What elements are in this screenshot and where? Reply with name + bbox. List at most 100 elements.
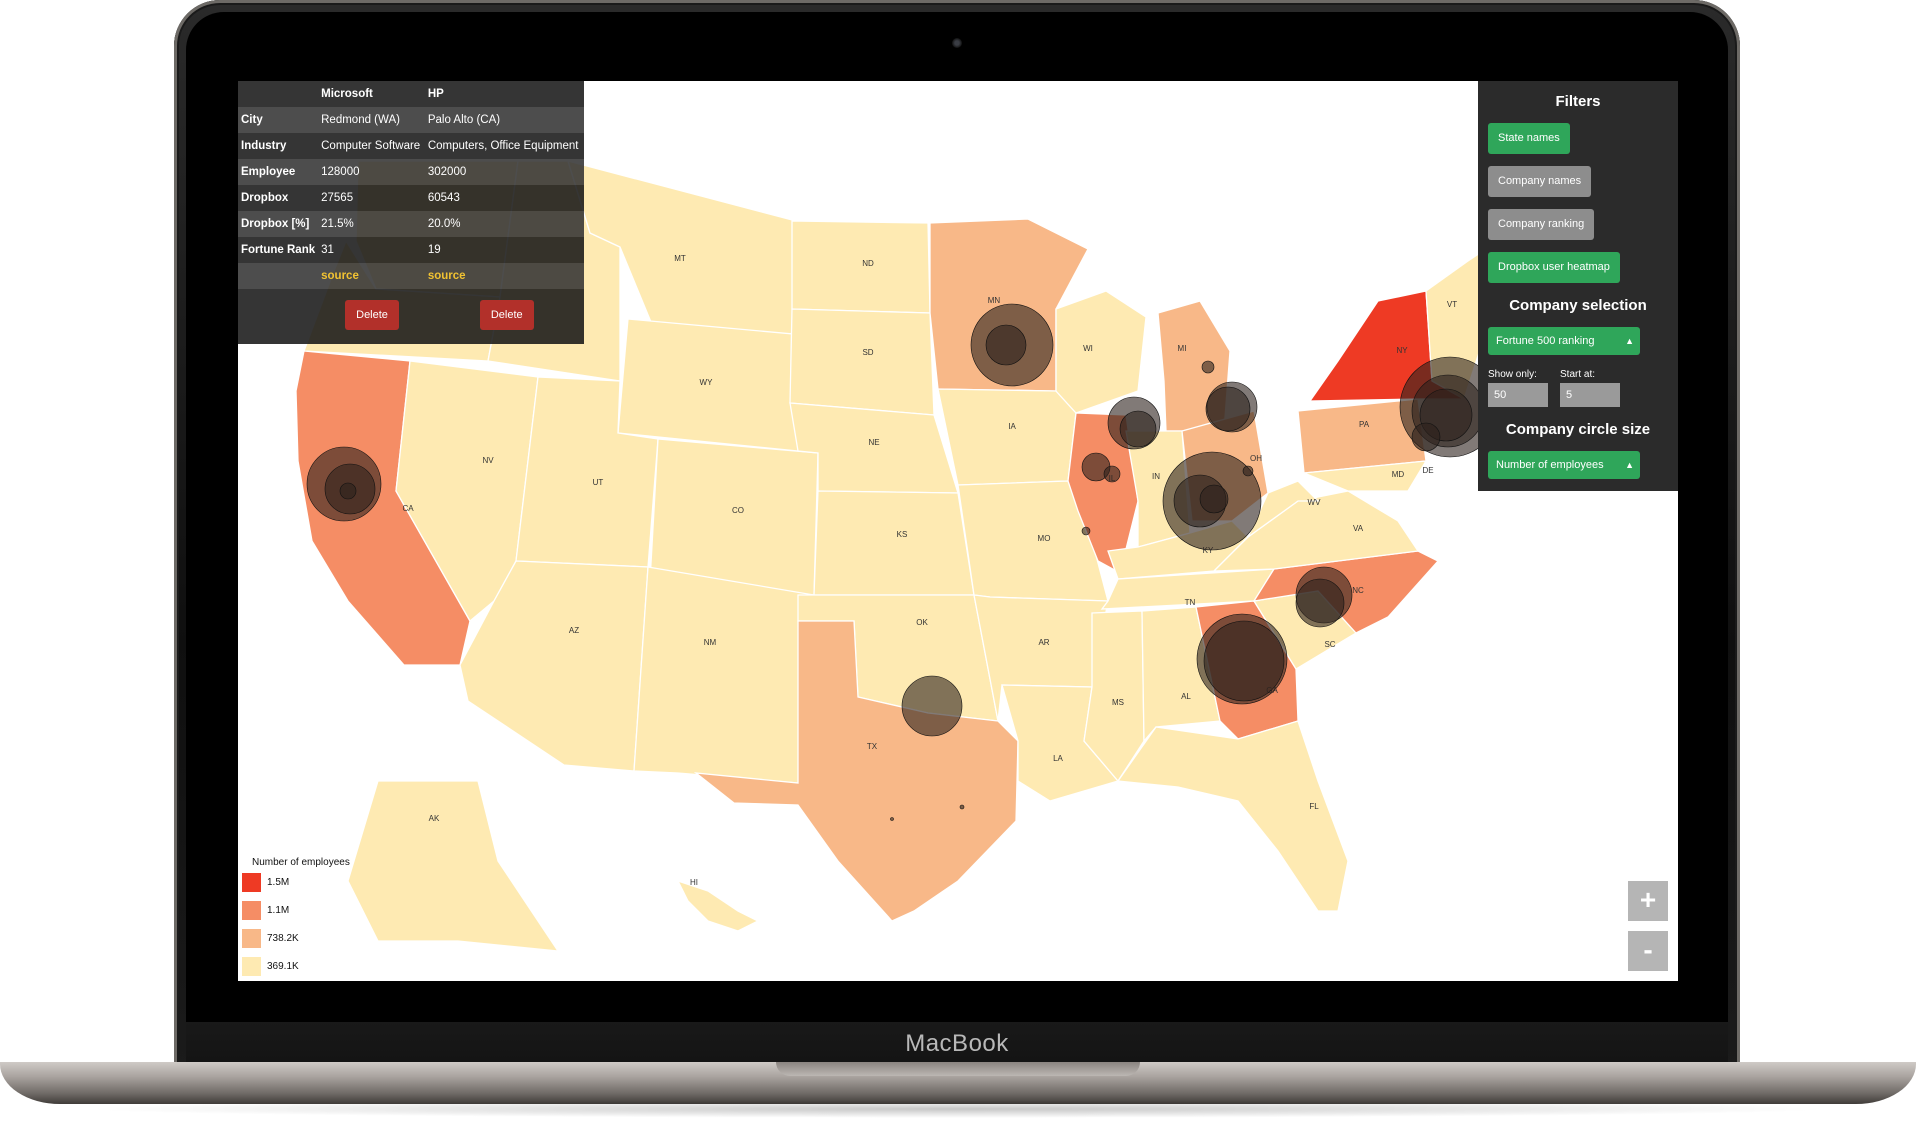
row-label-fortune-rank: Fortune Rank: [241, 244, 316, 256]
state-label: AR: [1038, 638, 1049, 647]
cell-industry: Computers, Office Equipment: [427, 140, 579, 152]
delete-row-spacer: [238, 289, 318, 341]
state-label: TX: [867, 742, 878, 751]
row-label-dropbox-pct: Dropbox [%]: [238, 211, 319, 237]
dropbox-heatmap-button[interactable]: Dropbox user heatmap: [1488, 252, 1620, 283]
company-names-button[interactable]: Company names: [1488, 166, 1592, 197]
delete-button[interactable]: Delete: [345, 300, 399, 330]
state-label: NY: [1396, 346, 1408, 355]
company-circle[interactable]: [1103, 465, 1121, 483]
state-wi[interactable]: [1055, 290, 1147, 414]
state-label: NE: [868, 438, 879, 447]
state-nd[interactable]: [791, 220, 931, 314]
state-label: SD: [862, 348, 873, 357]
state-label: WV: [1308, 498, 1322, 507]
column-header-company-1: Microsoft: [321, 88, 373, 100]
company-comparison-panel: Microsoft HP City Redmond (WA) Palo Alto…: [238, 81, 584, 344]
state-label: MI: [1178, 344, 1187, 353]
cell-employee: 302000: [424, 159, 584, 185]
select-arrow-icon: ▲: [1625, 336, 1634, 346]
state-label: OK: [916, 618, 928, 627]
company-circle[interactable]: [1201, 360, 1215, 374]
delete-button[interactable]: Delete: [479, 300, 534, 330]
state-label: OH: [1250, 454, 1262, 463]
company-circle[interactable]: [1081, 526, 1091, 536]
cell-fortune-rank: 31: [321, 244, 334, 256]
company-circle[interactable]: [890, 817, 894, 821]
legend-item: 1.5M: [242, 873, 350, 901]
state-fl[interactable]: [1116, 720, 1349, 912]
laptop-shadow: [80, 1100, 1836, 1118]
state-ia[interactable]: [937, 388, 1077, 486]
state-label: TN: [1185, 598, 1196, 607]
state-label: VT: [1447, 300, 1457, 309]
state-label: AL: [1181, 692, 1191, 701]
row-label-dropbox: Dropbox: [241, 192, 289, 204]
state-label: NC: [1352, 586, 1364, 595]
company-circle[interactable]: [1411, 422, 1441, 452]
source-link[interactable]: source: [321, 270, 359, 282]
legend-label: 1.5M: [267, 877, 290, 888]
company-circle[interactable]: [1203, 620, 1285, 702]
state-ks[interactable]: [813, 490, 975, 596]
state-label: HI: [690, 878, 698, 887]
zoom-in-button[interactable]: +: [1628, 881, 1668, 921]
state-label: ND: [862, 259, 874, 268]
legend-label: 1.1M: [267, 905, 290, 916]
state-label: IN: [1152, 472, 1160, 481]
state-label: MN: [988, 296, 1001, 305]
comparison-table: Microsoft HP City Redmond (WA) Palo Alto…: [238, 81, 584, 341]
zoom-out-button[interactable]: -: [1628, 931, 1668, 971]
state-label: NV: [482, 456, 494, 465]
legend-item: 1.1M: [242, 901, 350, 929]
circle-size-select[interactable]: Number of employees ▲: [1488, 451, 1640, 479]
state-label: MO: [1038, 534, 1051, 543]
start-at-label: Start at:: [1560, 369, 1596, 380]
legend-item: 369.1K: [242, 957, 350, 981]
state-label: WI: [1083, 344, 1093, 353]
state-label: WY: [700, 378, 714, 387]
company-selection-title: Company selection: [1509, 297, 1647, 314]
start-at-input[interactable]: 5: [1560, 383, 1620, 407]
camera-icon: [952, 38, 962, 48]
legend-swatch: [242, 929, 261, 948]
company-circle[interactable]: [1199, 484, 1229, 514]
company-circle[interactable]: [1295, 578, 1345, 628]
cell-employee: 128000: [318, 159, 425, 185]
state-label: NM: [704, 638, 717, 647]
state-names-button[interactable]: State names: [1488, 123, 1570, 154]
cell-dropbox: 27565: [321, 192, 354, 204]
app-screen: NY VT MT ND MN WI MI SD WY IA PA NV NE I…: [238, 81, 1678, 981]
state-label: CO: [732, 506, 744, 515]
company-circle[interactable]: [985, 324, 1027, 366]
legend-item: 738.2K: [242, 929, 350, 957]
company-circle[interactable]: [959, 804, 965, 810]
state-label: DE: [1422, 466, 1433, 475]
state-sd[interactable]: [789, 308, 935, 416]
company-circle[interactable]: [901, 675, 963, 737]
circle-size-title: Company circle size: [1505, 421, 1651, 438]
company-circle[interactable]: [1205, 386, 1251, 432]
show-only-input[interactable]: 50: [1488, 383, 1548, 407]
company-ranking-button[interactable]: Company ranking: [1488, 209, 1595, 240]
state-ak[interactable]: [347, 780, 560, 952]
legend-label: 369.1K: [267, 961, 299, 972]
row-label-city: City: [238, 107, 319, 133]
legend-label: 738.2K: [267, 933, 299, 944]
company-selection-select[interactable]: Fortune 500 ranking ▲: [1488, 327, 1640, 355]
cell-industry: Computer Software: [321, 140, 421, 152]
legend-title: Number of employees: [252, 857, 350, 868]
select-arrow-icon: ▲: [1625, 460, 1634, 470]
company-circle[interactable]: [339, 482, 357, 500]
company-circle[interactable]: [1242, 465, 1254, 477]
source-link[interactable]: source: [428, 270, 466, 282]
column-header-company-2: HP: [427, 88, 444, 100]
cell-dropbox-pct: 20.0%: [424, 211, 584, 237]
state-label: KS: [897, 530, 908, 539]
company-circle[interactable]: [1119, 410, 1157, 448]
legend-swatch: [242, 901, 261, 920]
legend-swatch: [242, 957, 261, 976]
state-hi[interactable]: [676, 879, 760, 932]
state-nm[interactable]: [633, 566, 815, 784]
state-label: SC: [1324, 640, 1335, 649]
